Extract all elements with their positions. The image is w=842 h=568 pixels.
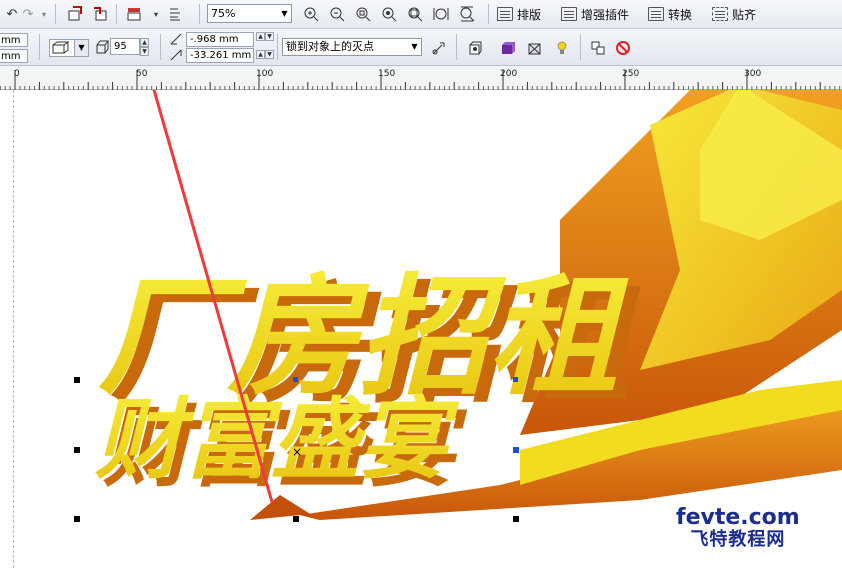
options-icon[interactable] bbox=[166, 4, 186, 24]
ruler-label: 150 bbox=[378, 69, 396, 79]
subline-text: 财富盛宴 bbox=[95, 388, 460, 491]
vanishing-point-y-icon bbox=[168, 47, 184, 63]
extrude-rotation-icon[interactable] bbox=[465, 38, 485, 58]
snap-icon bbox=[712, 7, 728, 21]
extrusion-depth-input[interactable]: 95 bbox=[110, 38, 140, 55]
extrusion-lighting-icon[interactable] bbox=[552, 38, 572, 58]
selection-handle[interactable] bbox=[74, 516, 80, 522]
vanishing-point-lock-select[interactable]: 锁到对象上的灭点 ▼ bbox=[282, 38, 422, 56]
selection-handle[interactable] bbox=[513, 377, 518, 382]
chevron-down-icon: ▼ bbox=[74, 40, 88, 56]
y-decrease-icon[interactable]: ▼ bbox=[265, 50, 274, 59]
plugins-icon bbox=[561, 7, 577, 21]
x-increase-icon[interactable]: ▲ bbox=[256, 32, 265, 41]
width-field[interactable]: mm bbox=[0, 33, 28, 47]
zoom-all-objects-icon[interactable] bbox=[379, 4, 399, 24]
depth-decrease-icon[interactable]: ▼ bbox=[140, 47, 149, 56]
x-decrease-icon[interactable]: ▼ bbox=[265, 32, 274, 41]
vanishing-point-depth-icon bbox=[92, 37, 112, 57]
launcher-dropdown-icon[interactable]: ▾ bbox=[146, 4, 166, 24]
zoom-page-width-icon[interactable] bbox=[431, 4, 451, 24]
zoom-page-icon[interactable] bbox=[405, 4, 425, 24]
extrusion-depth-value: 95 bbox=[114, 41, 127, 52]
separator bbox=[39, 34, 40, 60]
ruler-label: 300 bbox=[744, 69, 762, 79]
separator bbox=[55, 4, 56, 24]
vanishing-point-x-value: -.968 mm bbox=[190, 34, 239, 45]
convert-label: 转换 bbox=[668, 7, 693, 22]
ruler-label: 0 bbox=[14, 69, 20, 79]
selection-handle[interactable] bbox=[513, 447, 519, 453]
horizontal-ruler[interactable]: 0 50 100 150 200 250 300 bbox=[0, 66, 842, 90]
site-watermark: fevte.com 飞特教程网 bbox=[676, 507, 800, 551]
selection-handle[interactable] bbox=[74, 377, 80, 383]
arrange-button[interactable]: 排版 bbox=[497, 4, 541, 24]
snap-label: 贴齐 bbox=[732, 7, 757, 22]
vanishing-point-y-value: -33.261 mm bbox=[190, 50, 252, 61]
height-unit: mm bbox=[1, 51, 21, 62]
zoom-page-height-icon[interactable] bbox=[457, 4, 477, 24]
zoom-out-icon[interactable] bbox=[327, 4, 347, 24]
separator bbox=[277, 34, 278, 60]
chevron-down-icon: ▼ bbox=[281, 9, 288, 18]
copy-vanishing-point-icon[interactable] bbox=[429, 38, 449, 58]
import-icon[interactable] bbox=[65, 4, 85, 24]
artwork-3d-text[interactable]: 厂房招租 厂房招租 财富盛宴 财富盛宴 bbox=[0, 90, 842, 568]
separator bbox=[160, 34, 161, 60]
separator bbox=[116, 4, 117, 24]
arrange-icon bbox=[497, 7, 513, 21]
arrange-label: 排版 bbox=[517, 7, 542, 22]
zoom-in-icon[interactable] bbox=[301, 4, 321, 24]
selection-handle[interactable] bbox=[74, 447, 80, 453]
export-icon[interactable] bbox=[90, 4, 110, 24]
selection-handle[interactable] bbox=[293, 516, 299, 522]
plugins-label: 增强插件 bbox=[581, 7, 630, 22]
width-unit: mm bbox=[1, 35, 21, 46]
ruler-label: 100 bbox=[256, 69, 274, 79]
application-launcher-icon[interactable] bbox=[124, 4, 144, 24]
standard-toolbar: ↶ ↷ ▾ ▾ 75% ▼ 排版 增强插件 转换 贴齐 bbox=[0, 0, 842, 29]
clear-extrusion-icon[interactable] bbox=[613, 38, 633, 58]
enhance-plugins-button[interactable]: 增强插件 bbox=[561, 4, 629, 24]
ruler-label: 250 bbox=[622, 69, 640, 79]
center-marker-icon[interactable]: × bbox=[292, 445, 302, 459]
drawing-canvas[interactable]: 厂房招租 厂房招租 财富盛宴 财富盛宴 × bbox=[0, 90, 842, 568]
subline-extrusion: 财富盛宴 财富盛宴 bbox=[95, 388, 468, 499]
extrusion-color-icon[interactable] bbox=[498, 38, 518, 58]
snap-align-button[interactable]: 贴齐 bbox=[712, 4, 756, 24]
watermark-name: 飞特教程网 bbox=[690, 529, 786, 550]
extrusion-bevel-icon[interactable] bbox=[525, 38, 545, 58]
ruler-ticks bbox=[0, 70, 841, 90]
vanishing-point-y-input[interactable]: -33.261 mm bbox=[186, 48, 254, 63]
zoom-level-select[interactable]: 75% ▼ bbox=[207, 4, 292, 23]
ruler-label: 200 bbox=[500, 69, 518, 79]
copy-extrusion-properties-icon[interactable] bbox=[588, 38, 608, 58]
vanishing-point-x-icon bbox=[168, 31, 184, 47]
property-bar: mm mm ▼ 95 ▲ ▼ -.968 mm -33.261 mm ▲ ▼ ▲… bbox=[0, 29, 842, 66]
convert-button[interactable]: 转换 bbox=[648, 4, 692, 24]
extrusion-type-select[interactable]: ▼ bbox=[49, 39, 89, 57]
selection-handle[interactable] bbox=[513, 516, 519, 522]
redo-dropdown-icon[interactable]: ▾ bbox=[34, 4, 54, 24]
y-increase-icon[interactable]: ▲ bbox=[256, 50, 265, 59]
zoom-selected-icon[interactable] bbox=[353, 4, 373, 24]
separator bbox=[456, 34, 457, 60]
convert-icon bbox=[648, 7, 664, 21]
zoom-level-value: 75% bbox=[211, 7, 236, 20]
separator bbox=[580, 34, 581, 60]
separator bbox=[199, 4, 200, 24]
height-field[interactable]: mm bbox=[0, 49, 28, 63]
watermark-domain: fevte.com bbox=[676, 505, 800, 530]
chevron-down-icon: ▼ bbox=[411, 42, 418, 51]
extrusion-type-icon bbox=[52, 41, 70, 54]
vanishing-point-x-input[interactable]: -.968 mm bbox=[186, 32, 254, 47]
vanishing-point-lock-value: 锁到对象上的灭点 bbox=[286, 40, 374, 53]
depth-increase-icon[interactable]: ▲ bbox=[140, 38, 149, 47]
separator bbox=[488, 4, 489, 24]
selection-handle[interactable] bbox=[293, 377, 298, 382]
ruler-label: 50 bbox=[136, 69, 148, 79]
